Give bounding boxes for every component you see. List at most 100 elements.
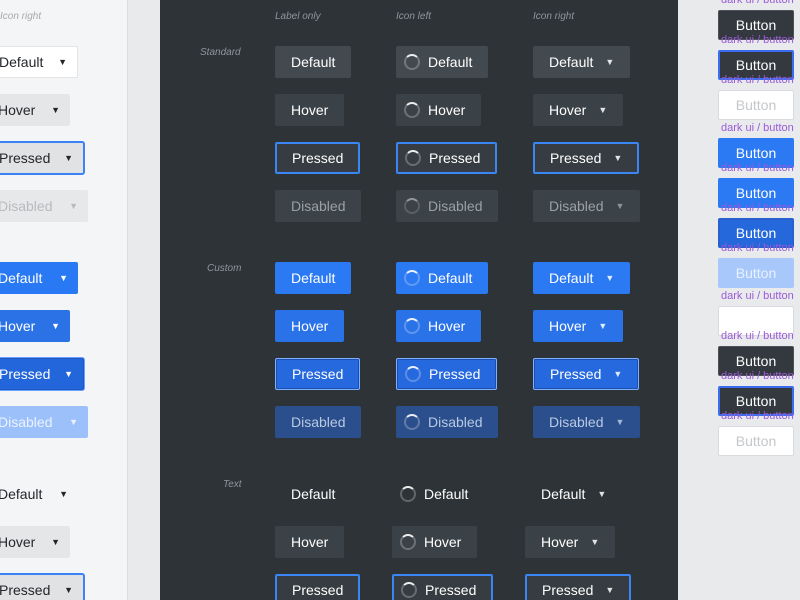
standard-label-pressed-button[interactable]: Pressed bbox=[275, 142, 361, 174]
column-header-label-only: Label only bbox=[275, 11, 321, 22]
component-button-light-disabled: Button bbox=[718, 90, 794, 120]
custom-label-pressed-button[interactable]: Pressed bbox=[275, 358, 361, 390]
text-iconleft-hover-button[interactable]: Hover bbox=[392, 526, 478, 558]
standard-iconright-default-button[interactable]: Default ▼ bbox=[533, 46, 631, 78]
chevron-down-icon: ▼ bbox=[605, 57, 615, 67]
component-label: dark ui / button bbox=[721, 202, 794, 214]
chevron-down-icon: ▼ bbox=[590, 537, 600, 547]
button-label: Button bbox=[735, 433, 777, 449]
custom-label-default-button[interactable]: Default bbox=[275, 262, 352, 294]
light-standard-pressed-button[interactable]: Pressed ▼ bbox=[0, 142, 84, 174]
custom-iconleft-hover-button[interactable]: Hover bbox=[396, 310, 482, 342]
custom-label-hover-button[interactable]: Hover bbox=[275, 310, 345, 342]
text-label-default-button[interactable]: Default bbox=[275, 478, 351, 510]
button-label: Hover bbox=[428, 318, 466, 334]
button-label: Pressed bbox=[542, 582, 594, 598]
button-label: Button bbox=[735, 265, 777, 281]
button-label: Hover bbox=[541, 534, 579, 550]
chevron-down-icon: ▼ bbox=[51, 105, 60, 115]
custom-label-disabled-button: Disabled bbox=[275, 406, 362, 438]
text-iconright-hover-button[interactable]: Hover ▼ bbox=[525, 526, 616, 558]
button-label: Hover bbox=[291, 534, 329, 550]
light-custom-default-button[interactable]: Default ▼ bbox=[0, 262, 78, 294]
chevron-down-icon: ▼ bbox=[59, 489, 68, 499]
button-label: Pressed bbox=[425, 582, 477, 598]
chevron-down-icon: ▼ bbox=[64, 585, 73, 595]
light-custom-hover-button[interactable]: Hover ▼ bbox=[0, 310, 70, 342]
chevron-down-icon: ▼ bbox=[597, 489, 607, 499]
light-standard-hover-button[interactable]: Hover ▼ bbox=[0, 94, 70, 126]
text-iconleft-pressed-button[interactable]: Pressed bbox=[392, 574, 494, 600]
button-label: Button bbox=[735, 353, 777, 369]
button-label: Pressed bbox=[0, 366, 51, 382]
spinner-icon bbox=[400, 486, 416, 502]
component-label: dark ui / button bbox=[721, 162, 794, 174]
standard-iconleft-default-button[interactable]: Default bbox=[396, 46, 489, 78]
component-label: dark ui / button bbox=[721, 330, 794, 342]
button-label: Pressed bbox=[292, 150, 344, 166]
text-iconright-pressed-button[interactable]: Pressed ▼ bbox=[525, 574, 632, 600]
standard-iconleft-pressed-button[interactable]: Pressed bbox=[396, 142, 498, 174]
custom-iconleft-disabled-button: Disabled bbox=[396, 406, 499, 438]
row-label-text: Text bbox=[223, 479, 242, 490]
light-text-default-button[interactable]: Default ▼ bbox=[0, 478, 78, 510]
spinner-icon bbox=[401, 582, 417, 598]
standard-label-disabled-button: Disabled bbox=[275, 190, 362, 222]
button-label: Disabled bbox=[549, 414, 604, 430]
custom-iconright-pressed-button[interactable]: Pressed ▼ bbox=[533, 358, 640, 390]
standard-iconright-hover-button[interactable]: Hover ▼ bbox=[533, 94, 624, 126]
button-label: Default bbox=[291, 54, 336, 70]
component-label: dark ui / button bbox=[721, 74, 794, 86]
custom-iconright-default-button[interactable]: Default ▼ bbox=[533, 262, 631, 294]
button-label: Pressed bbox=[0, 582, 51, 598]
custom-iconleft-default-button[interactable]: Default bbox=[396, 262, 489, 294]
button-label: Hover bbox=[0, 318, 36, 334]
component-label: dark ui / button bbox=[721, 34, 794, 46]
text-label-pressed-button[interactable]: Pressed bbox=[275, 574, 361, 600]
button-label: Button bbox=[735, 17, 777, 33]
light-custom-pressed-button[interactable]: Pressed ▼ bbox=[0, 358, 84, 390]
button-label: Disabled bbox=[0, 414, 53, 430]
text-iconright-default-button[interactable]: Default ▼ bbox=[525, 478, 622, 510]
button-label: Button bbox=[735, 225, 777, 241]
standard-label-hover-button[interactable]: Hover bbox=[275, 94, 345, 126]
light-text-pressed-button[interactable]: Pressed ▼ bbox=[0, 574, 84, 600]
chevron-down-icon: ▼ bbox=[598, 105, 608, 115]
text-label-hover-button[interactable]: Hover bbox=[275, 526, 345, 558]
button-label: Default bbox=[291, 270, 336, 286]
chevron-down-icon: ▼ bbox=[64, 153, 73, 163]
spinner-icon bbox=[404, 414, 420, 430]
light-standard-default-button[interactable]: Default ▼ bbox=[0, 46, 78, 78]
button-label: Disabled bbox=[291, 198, 346, 214]
chevron-down-icon: ▼ bbox=[51, 537, 60, 547]
button-label: Disabled bbox=[549, 198, 604, 214]
button-label: Hover bbox=[428, 102, 466, 118]
light-standard-disabled-button: Disabled ▼ bbox=[0, 190, 88, 222]
standard-label-default-button[interactable]: Default bbox=[275, 46, 352, 78]
custom-iconleft-pressed-button[interactable]: Pressed bbox=[396, 358, 498, 390]
button-label: Default bbox=[549, 270, 594, 286]
component-button-text-disabled: Button bbox=[718, 426, 794, 456]
dark-ui-button-grid: Label only Icon left Icon right Standard… bbox=[160, 0, 678, 600]
button-label: Disabled bbox=[0, 198, 53, 214]
component-label: dark ui / button bbox=[721, 290, 794, 302]
chevron-down-icon: ▼ bbox=[605, 273, 615, 283]
spinner-icon bbox=[405, 150, 421, 166]
button-label: Hover bbox=[291, 318, 329, 334]
column-title-icon-right: Icon right bbox=[0, 11, 42, 22]
standard-iconright-pressed-button[interactable]: Pressed ▼ bbox=[533, 142, 640, 174]
light-text-hover-button[interactable]: Hover ▼ bbox=[0, 526, 70, 558]
standard-iconleft-hover-button[interactable]: Hover bbox=[396, 94, 482, 126]
chevron-down-icon: ▼ bbox=[598, 321, 608, 331]
spinner-icon bbox=[404, 270, 420, 286]
text-iconleft-default-button[interactable]: Default bbox=[392, 478, 484, 510]
button-label: Disabled bbox=[428, 198, 483, 214]
button-label: Button bbox=[735, 145, 777, 161]
component-label: dark ui / button bbox=[721, 370, 794, 382]
chevron-down-icon: ▼ bbox=[58, 57, 67, 67]
button-label: Hover bbox=[0, 534, 36, 550]
component-instance-strip: dark ui / button Button dark ui / button… bbox=[718, 0, 800, 600]
spinner-icon bbox=[400, 534, 416, 550]
chevron-down-icon: ▼ bbox=[613, 369, 623, 379]
custom-iconright-hover-button[interactable]: Hover ▼ bbox=[533, 310, 624, 342]
